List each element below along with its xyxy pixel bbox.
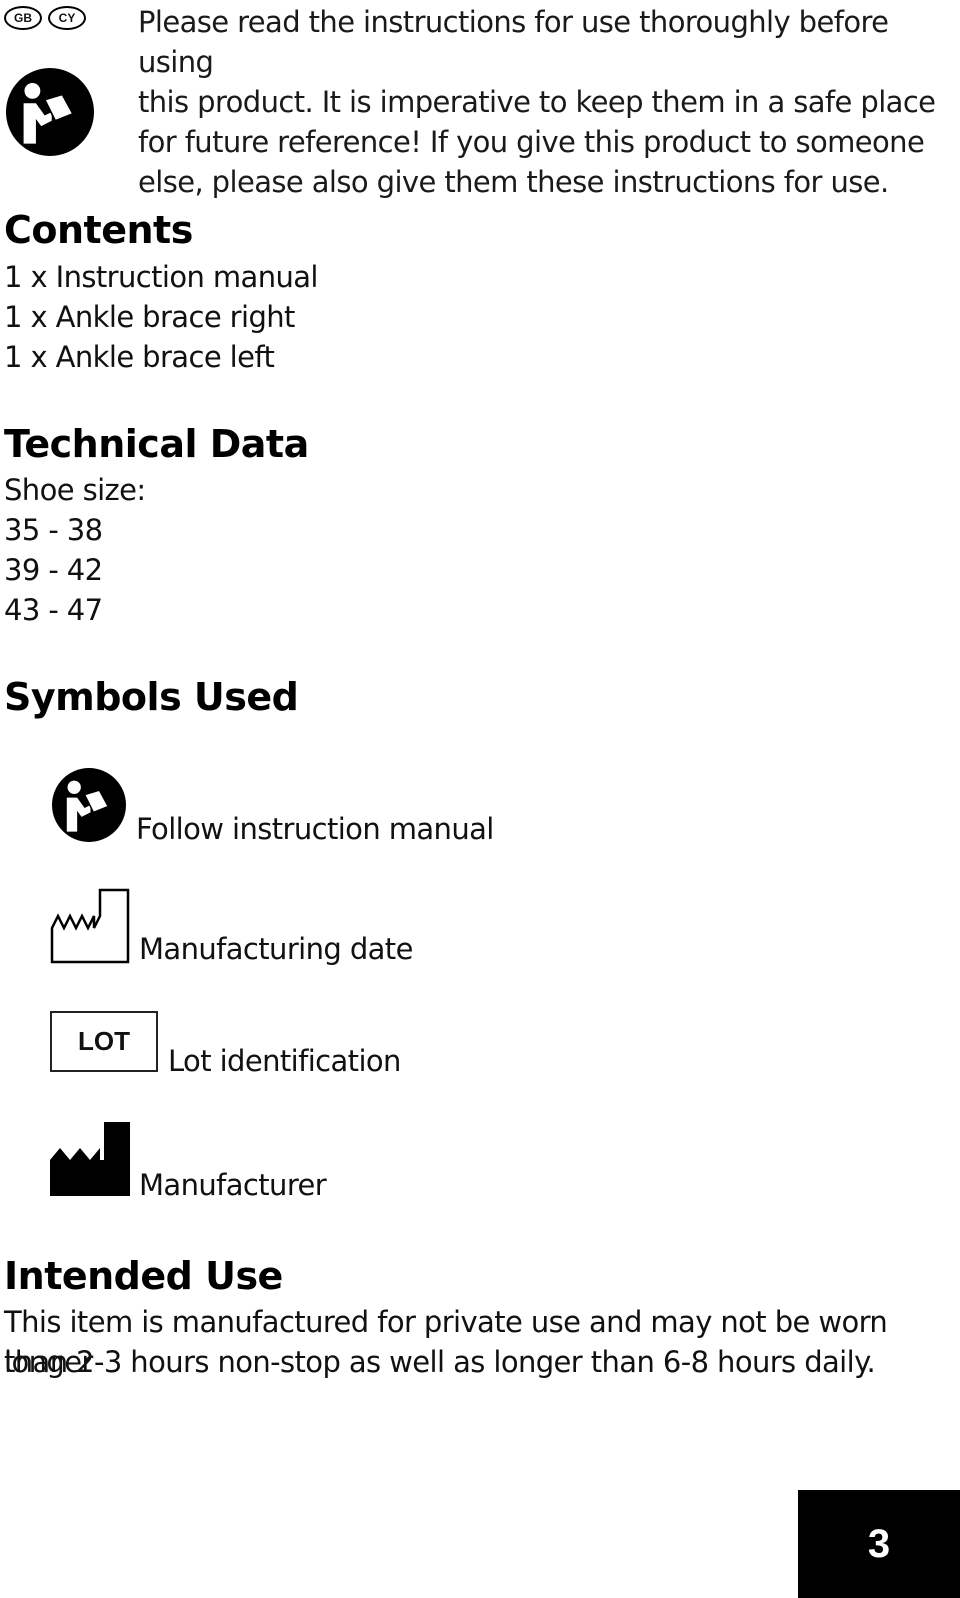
contents-heading: Contents: [4, 208, 193, 252]
intended-use-heading: Intended Use: [4, 1254, 283, 1298]
contents-item: 1 x Instruction manual: [4, 260, 318, 294]
symbol-label: Follow instruction manual: [136, 812, 494, 846]
symbol-label: Manufacturing date: [139, 932, 413, 966]
country-badges: GB CY: [4, 6, 86, 30]
intro-line: else, please also give them these instru…: [138, 165, 889, 199]
country-badge-gb: GB: [4, 6, 42, 30]
technical-data-heading: Technical Data: [4, 422, 309, 466]
shoe-size-label: Shoe size:: [4, 473, 146, 507]
shoe-size: 35 - 38: [4, 513, 103, 547]
symbols-heading: Symbols Used: [4, 675, 299, 719]
manufacturer-icon: [50, 1122, 130, 1196]
symbol-label: Lot identification: [168, 1044, 401, 1078]
read-manual-icon: [6, 68, 94, 156]
contents-item: 1 x Ankle brace left: [4, 340, 275, 374]
lot-icon: LOT: [50, 1011, 158, 1072]
intro-line: this product. It is imperative to keep t…: [138, 85, 936, 119]
shoe-size: 39 - 42: [4, 553, 103, 587]
contents-item: 1 x Ankle brace right: [4, 300, 295, 334]
symbol-label: Manufacturer: [139, 1168, 327, 1202]
country-badge-cy: CY: [48, 6, 86, 30]
page-number: 3: [798, 1490, 960, 1598]
intro-paragraph: Please read the instructions for use tho…: [138, 2, 938, 202]
intro-line: for future reference! If you give this p…: [138, 125, 925, 159]
manufacturing-date-icon: [50, 888, 130, 964]
read-manual-icon: [52, 768, 126, 842]
intended-use-line: than 2-3 hours non-stop as well as longe…: [4, 1345, 876, 1379]
intro-line: Please read the instructions for use tho…: [138, 5, 889, 79]
shoe-size: 43 - 47: [4, 593, 103, 627]
